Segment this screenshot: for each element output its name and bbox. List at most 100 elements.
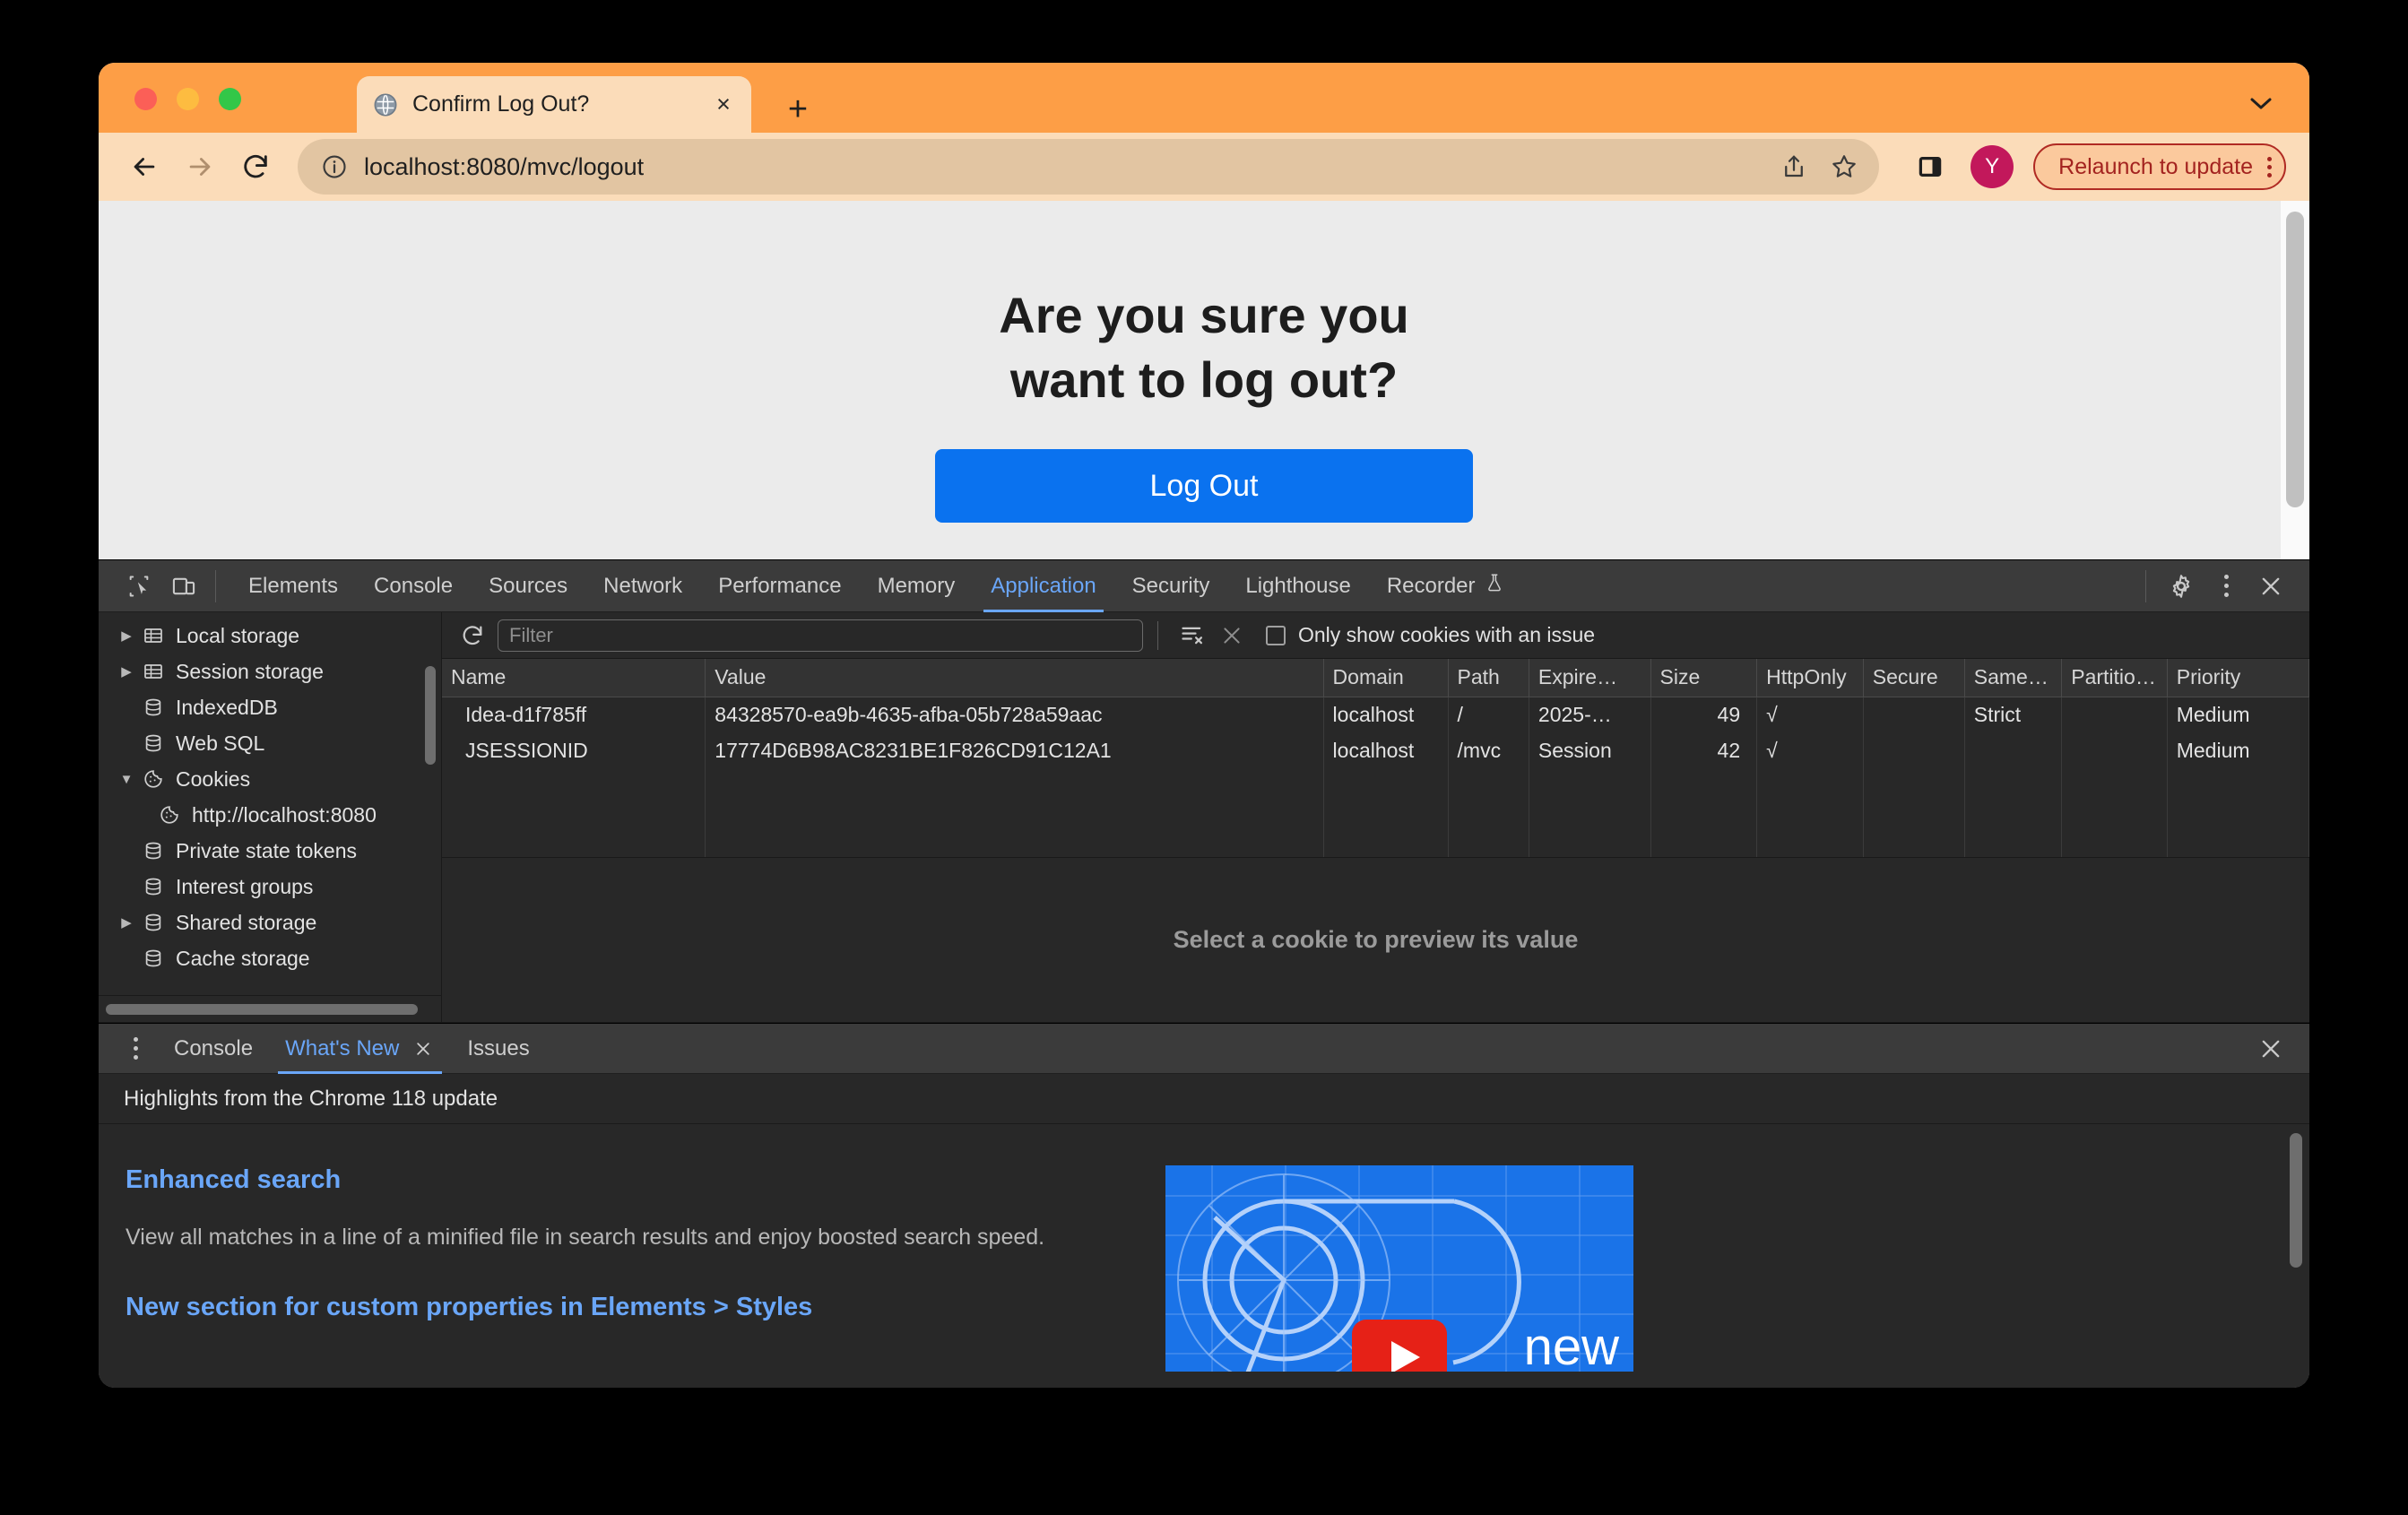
tab-application[interactable]: Application [973, 560, 1113, 612]
tab-label: Console [374, 574, 453, 599]
clear-filtered-cookies-icon[interactable] [1173, 616, 1212, 655]
tab-elements[interactable]: Elements [230, 560, 356, 612]
column-header-size[interactable]: Size [1650, 659, 1757, 697]
maximize-window-button[interactable] [219, 88, 241, 110]
info-circle-icon[interactable] [319, 152, 350, 182]
table-row[interactable]: JSESSIONID 17774D6B98AC8231BE1F826CD91C1… [442, 732, 2309, 768]
database-icon [138, 876, 169, 897]
whats-new-video-thumbnail[interactable]: new [1165, 1165, 1633, 1372]
sidebar-item-cookie-origin[interactable]: http://localhost:8080 [99, 797, 441, 833]
kebab-menu-icon[interactable] [113, 1029, 158, 1069]
sidebar-item-cookies[interactable]: ▼ Cookies [99, 761, 441, 797]
chevron-down-icon[interactable] [2245, 90, 2277, 117]
drawer-tab-whats-new[interactable]: What's New [269, 1024, 451, 1074]
tab-network[interactable]: Network [585, 560, 700, 612]
chevron-right-icon[interactable]: ▶ [115, 628, 138, 644]
table-empty-area [442, 768, 2309, 858]
checkbox[interactable] [1266, 626, 1286, 645]
whats-new-entry-heading[interactable]: Enhanced search [126, 1165, 1130, 1195]
column-header-expires[interactable]: Expire… [1529, 659, 1650, 697]
kebab-menu-icon[interactable] [2204, 567, 2248, 606]
empty-cell [1650, 768, 1757, 858]
column-header-partition[interactable]: Partitio… [2062, 659, 2168, 697]
column-header-path[interactable]: Path [1448, 659, 1529, 697]
forward-button[interactable] [172, 139, 228, 195]
chevron-right-icon[interactable]: ▶ [115, 914, 138, 931]
sidebar-item-interest-groups[interactable]: Interest groups [99, 869, 441, 905]
application-panel: ▶ Local storage ▶ Session storage [99, 612, 2309, 1023]
table-header-row: Name Value Domain Path Expire… Size Http… [442, 659, 2309, 697]
column-header-priority[interactable]: Priority [2167, 659, 2308, 697]
chevron-down-icon[interactable]: ▼ [115, 772, 138, 787]
database-icon [138, 948, 169, 969]
tab-lighthouse[interactable]: Lighthouse [1227, 560, 1368, 612]
sidebar-hscrollbar-thumb[interactable] [106, 1004, 418, 1015]
table-row[interactable]: Idea-d1f785ff 84328570-ea9b-4635-afba-05… [442, 697, 2309, 732]
devtools-drawer: Console What's New Issues Highlights fro… [99, 1023, 2309, 1388]
minimize-window-button[interactable] [177, 88, 199, 110]
page-scrollbar-thumb[interactable] [2286, 212, 2304, 507]
drawer-tab-console[interactable]: Console [158, 1024, 269, 1074]
sidebar-item-session-storage[interactable]: ▶ Session storage [99, 654, 441, 689]
search-input[interactable] [498, 619, 1143, 652]
tab-memory[interactable]: Memory [860, 560, 974, 612]
column-header-secure[interactable]: Secure [1863, 659, 1964, 697]
cookie-path: / [1448, 697, 1529, 732]
column-header-name[interactable]: Name [442, 659, 706, 697]
back-button[interactable] [117, 139, 172, 195]
cookie-domain: localhost [1323, 697, 1448, 732]
side-panel-icon[interactable] [1906, 143, 1954, 191]
device-toolbar-icon[interactable] [161, 567, 206, 606]
close-drawer-icon[interactable] [2248, 1029, 2293, 1069]
sidebar-item-indexeddb[interactable]: IndexedDB [99, 689, 441, 725]
column-header-httponly[interactable]: HttpOnly [1757, 659, 1864, 697]
whats-new-entry-heading[interactable]: New section for custom properties in Ele… [126, 1293, 1130, 1322]
tab-title: Confirm Log Out? [412, 91, 708, 117]
column-header-domain[interactable]: Domain [1323, 659, 1448, 697]
star-icon[interactable] [1822, 144, 1867, 189]
browser-tab[interactable]: Confirm Log Out? × [357, 76, 751, 133]
close-tab-button[interactable]: × [708, 90, 739, 120]
new-tab-button[interactable]: + [780, 91, 816, 127]
tab-console[interactable]: Console [356, 560, 471, 612]
sidebar-item-shared-storage[interactable]: ▶ Shared storage [99, 905, 441, 940]
inspect-element-icon[interactable] [117, 567, 161, 606]
sidebar-item-private-state-tokens[interactable]: Private state tokens [99, 833, 441, 869]
gear-icon[interactable] [2159, 567, 2204, 606]
tab-performance[interactable]: Performance [700, 560, 859, 612]
drawer-tab-issues[interactable]: Issues [451, 1024, 545, 1074]
column-header-samesite[interactable]: Same… [1964, 659, 2061, 697]
sidebar-item-web-sql[interactable]: Web SQL [99, 725, 441, 761]
cookie-priority: Medium [2167, 732, 2308, 768]
sidebar-item-cache-storage[interactable]: Cache storage [99, 940, 441, 976]
close-window-button[interactable] [134, 88, 157, 110]
drawer-scrollbar-thumb[interactable] [2290, 1133, 2302, 1268]
cookies-table-container[interactable]: Name Value Domain Path Expire… Size Http… [442, 659, 2309, 858]
only-show-cookies-with-issue-toggle[interactable]: Only show cookies with an issue [1266, 623, 1595, 647]
clear-icon[interactable] [1212, 616, 1252, 655]
relaunch-to-update-button[interactable]: Relaunch to update [2033, 143, 2286, 190]
sidebar-item-label: Private state tokens [176, 839, 357, 863]
chevron-right-icon[interactable]: ▶ [115, 663, 138, 680]
storage-tree: ▶ Local storage ▶ Session storage [99, 612, 441, 995]
experiment-flask-icon [1485, 572, 1504, 600]
close-devtools-icon[interactable] [2248, 567, 2293, 606]
log-out-button[interactable]: Log Out [935, 449, 1473, 523]
sidebar-scrollbar-thumb[interactable] [425, 666, 436, 765]
sidebar-item-local-storage[interactable]: ▶ Local storage [99, 618, 441, 654]
avatar[interactable]: Y [1971, 145, 2014, 188]
refresh-icon[interactable] [453, 616, 492, 655]
tab-security[interactable]: Security [1114, 560, 1228, 612]
kebab-menu-icon[interactable] [2267, 157, 2272, 177]
address-bar[interactable]: localhost:8080/mvc/logout [298, 139, 1879, 195]
cookie-samesite: Strict [1964, 697, 2061, 732]
tab-recorder[interactable]: Recorder [1369, 560, 1522, 612]
cookie-icon [138, 768, 169, 790]
tab-sources[interactable]: Sources [471, 560, 585, 612]
close-icon[interactable] [411, 1037, 435, 1060]
column-header-value[interactable]: Value [706, 659, 1323, 697]
reload-button[interactable] [228, 139, 283, 195]
cookie-path: /mvc [1448, 732, 1529, 768]
drawer-tabbar: Console What's New Issues [99, 1024, 2309, 1074]
share-icon[interactable] [1771, 144, 1816, 189]
